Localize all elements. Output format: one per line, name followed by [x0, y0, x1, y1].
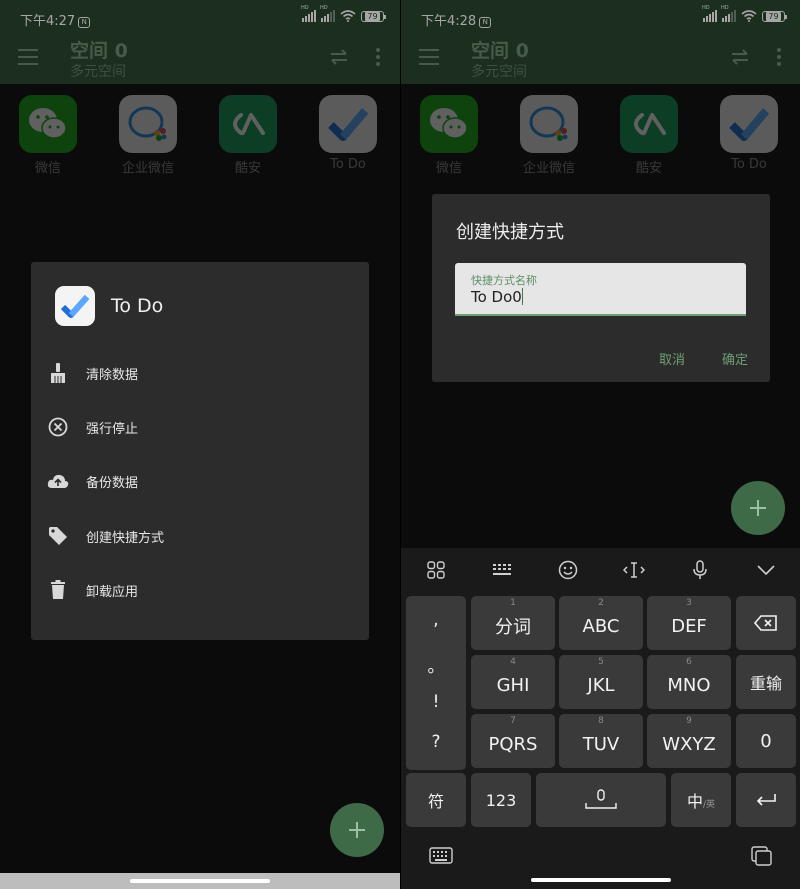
uninstall-item[interactable]: 卸载应用 — [47, 570, 347, 610]
cloud-upload-icon — [47, 470, 69, 492]
add-fab-button[interactable] — [330, 803, 384, 857]
key-6-mno[interactable]: 6 MNO — [647, 655, 731, 709]
right-screen: 下午4:28 N HD HD 79 空间 0 多元空间 微信 企业微信 酷安 T… — [400, 0, 800, 889]
exclamation-key[interactable]: ! — [406, 692, 466, 712]
force-stop-item[interactable]: 强行停止 — [47, 407, 347, 447]
numbers-key[interactable]: 123 — [471, 773, 531, 827]
trash-icon — [47, 579, 69, 601]
gesture-bar — [531, 878, 671, 882]
field-value[interactable]: To Do0 — [471, 288, 522, 306]
menu-item-label: 强行停止 — [86, 421, 139, 437]
app-options-dialog: To Do 清除数据 强行停止 备份数据 创建快捷方式 卸载应用 — [31, 262, 369, 640]
backspace-icon — [754, 615, 777, 631]
menu-item-label: 卸载应用 — [86, 584, 139, 600]
keyboard-switch-icon[interactable] — [429, 846, 453, 866]
confirm-button[interactable]: 确定 — [722, 349, 748, 368]
shortcut-name-field[interactable]: 快捷方式名称 To Do0 — [455, 263, 746, 316]
key-9-wxyz[interactable]: 9 WXYZ — [647, 714, 731, 768]
gesture-bar — [0, 873, 400, 889]
key-1-segment[interactable]: 1 分词 — [471, 596, 555, 650]
language-switch-key[interactable]: 中/英 — [671, 773, 731, 827]
punctuation-column[interactable]: , 。 ! ? — [406, 596, 466, 770]
enter-key[interactable] — [736, 773, 796, 827]
dialog-title: To Do — [111, 295, 164, 317]
create-shortcut-dialog: 创建快捷方式 快捷方式名称 To Do0 取消 确定 — [432, 194, 770, 382]
key-8-tuv[interactable]: 8 TUV — [559, 714, 643, 768]
question-key[interactable]: ? — [406, 732, 466, 752]
keyboard: , 。 ! ? 1 分词 2 ABC 3 DEF 4 GHI 5 JKL 6 MNO 重输 … — [401, 548, 800, 889]
period-key[interactable]: 。 — [406, 652, 466, 677]
comma-key[interactable]: , — [406, 610, 466, 630]
create-shortcut-item[interactable]: 创建快捷方式 — [47, 516, 347, 556]
cursor-move-icon[interactable] — [623, 559, 645, 581]
collapse-keyboard-icon[interactable] — [755, 559, 777, 581]
menu-item-label: 备份数据 — [86, 475, 139, 491]
dialog-title: 创建快捷方式 — [456, 222, 564, 243]
add-fab-button[interactable] — [731, 481, 785, 535]
menu-item-label: 清除数据 — [86, 367, 139, 383]
todo-icon — [55, 286, 95, 326]
tag-icon — [47, 525, 69, 547]
text-cursor — [521, 288, 523, 305]
key-7-pqrs[interactable]: 7 PQRS — [471, 714, 555, 768]
left-screen: 下午4:27 N HD HD 79 空间 0 多元空间 微信 企业微信 酷安 T… — [0, 0, 400, 889]
clear-data-item[interactable]: 清除数据 — [47, 353, 347, 393]
emoji-icon[interactable] — [557, 559, 579, 581]
keyboard-layout-icon[interactable] — [491, 559, 513, 581]
space-key[interactable] — [536, 773, 666, 827]
key-2-abc[interactable]: 2 ABC — [559, 596, 643, 650]
key-0[interactable]: 0 — [736, 714, 796, 768]
space-mic-icon — [585, 789, 617, 809]
enter-icon — [756, 794, 776, 806]
field-label: 快捷方式名称 — [471, 274, 537, 287]
key-4-ghi[interactable]: 4 GHI — [471, 655, 555, 709]
menu-item-label: 创建快捷方式 — [86, 530, 165, 546]
clipboard-icon[interactable] — [749, 846, 773, 866]
key-3-def[interactable]: 3 DEF — [647, 596, 731, 650]
voice-input-icon[interactable] — [689, 559, 711, 581]
key-5-jkl[interactable]: 5 JKL — [559, 655, 643, 709]
backup-data-item[interactable]: 备份数据 — [47, 461, 347, 501]
close-circle-icon — [47, 416, 69, 438]
symbols-key[interactable]: 符 — [406, 773, 466, 827]
keyboard-toolbar — [401, 548, 800, 592]
broom-icon — [47, 362, 69, 384]
cancel-button[interactable]: 取消 — [659, 349, 685, 368]
apps-grid-icon[interactable] — [425, 559, 447, 581]
backspace-key[interactable] — [736, 596, 796, 650]
reenter-key[interactable]: 重输 — [736, 655, 796, 709]
